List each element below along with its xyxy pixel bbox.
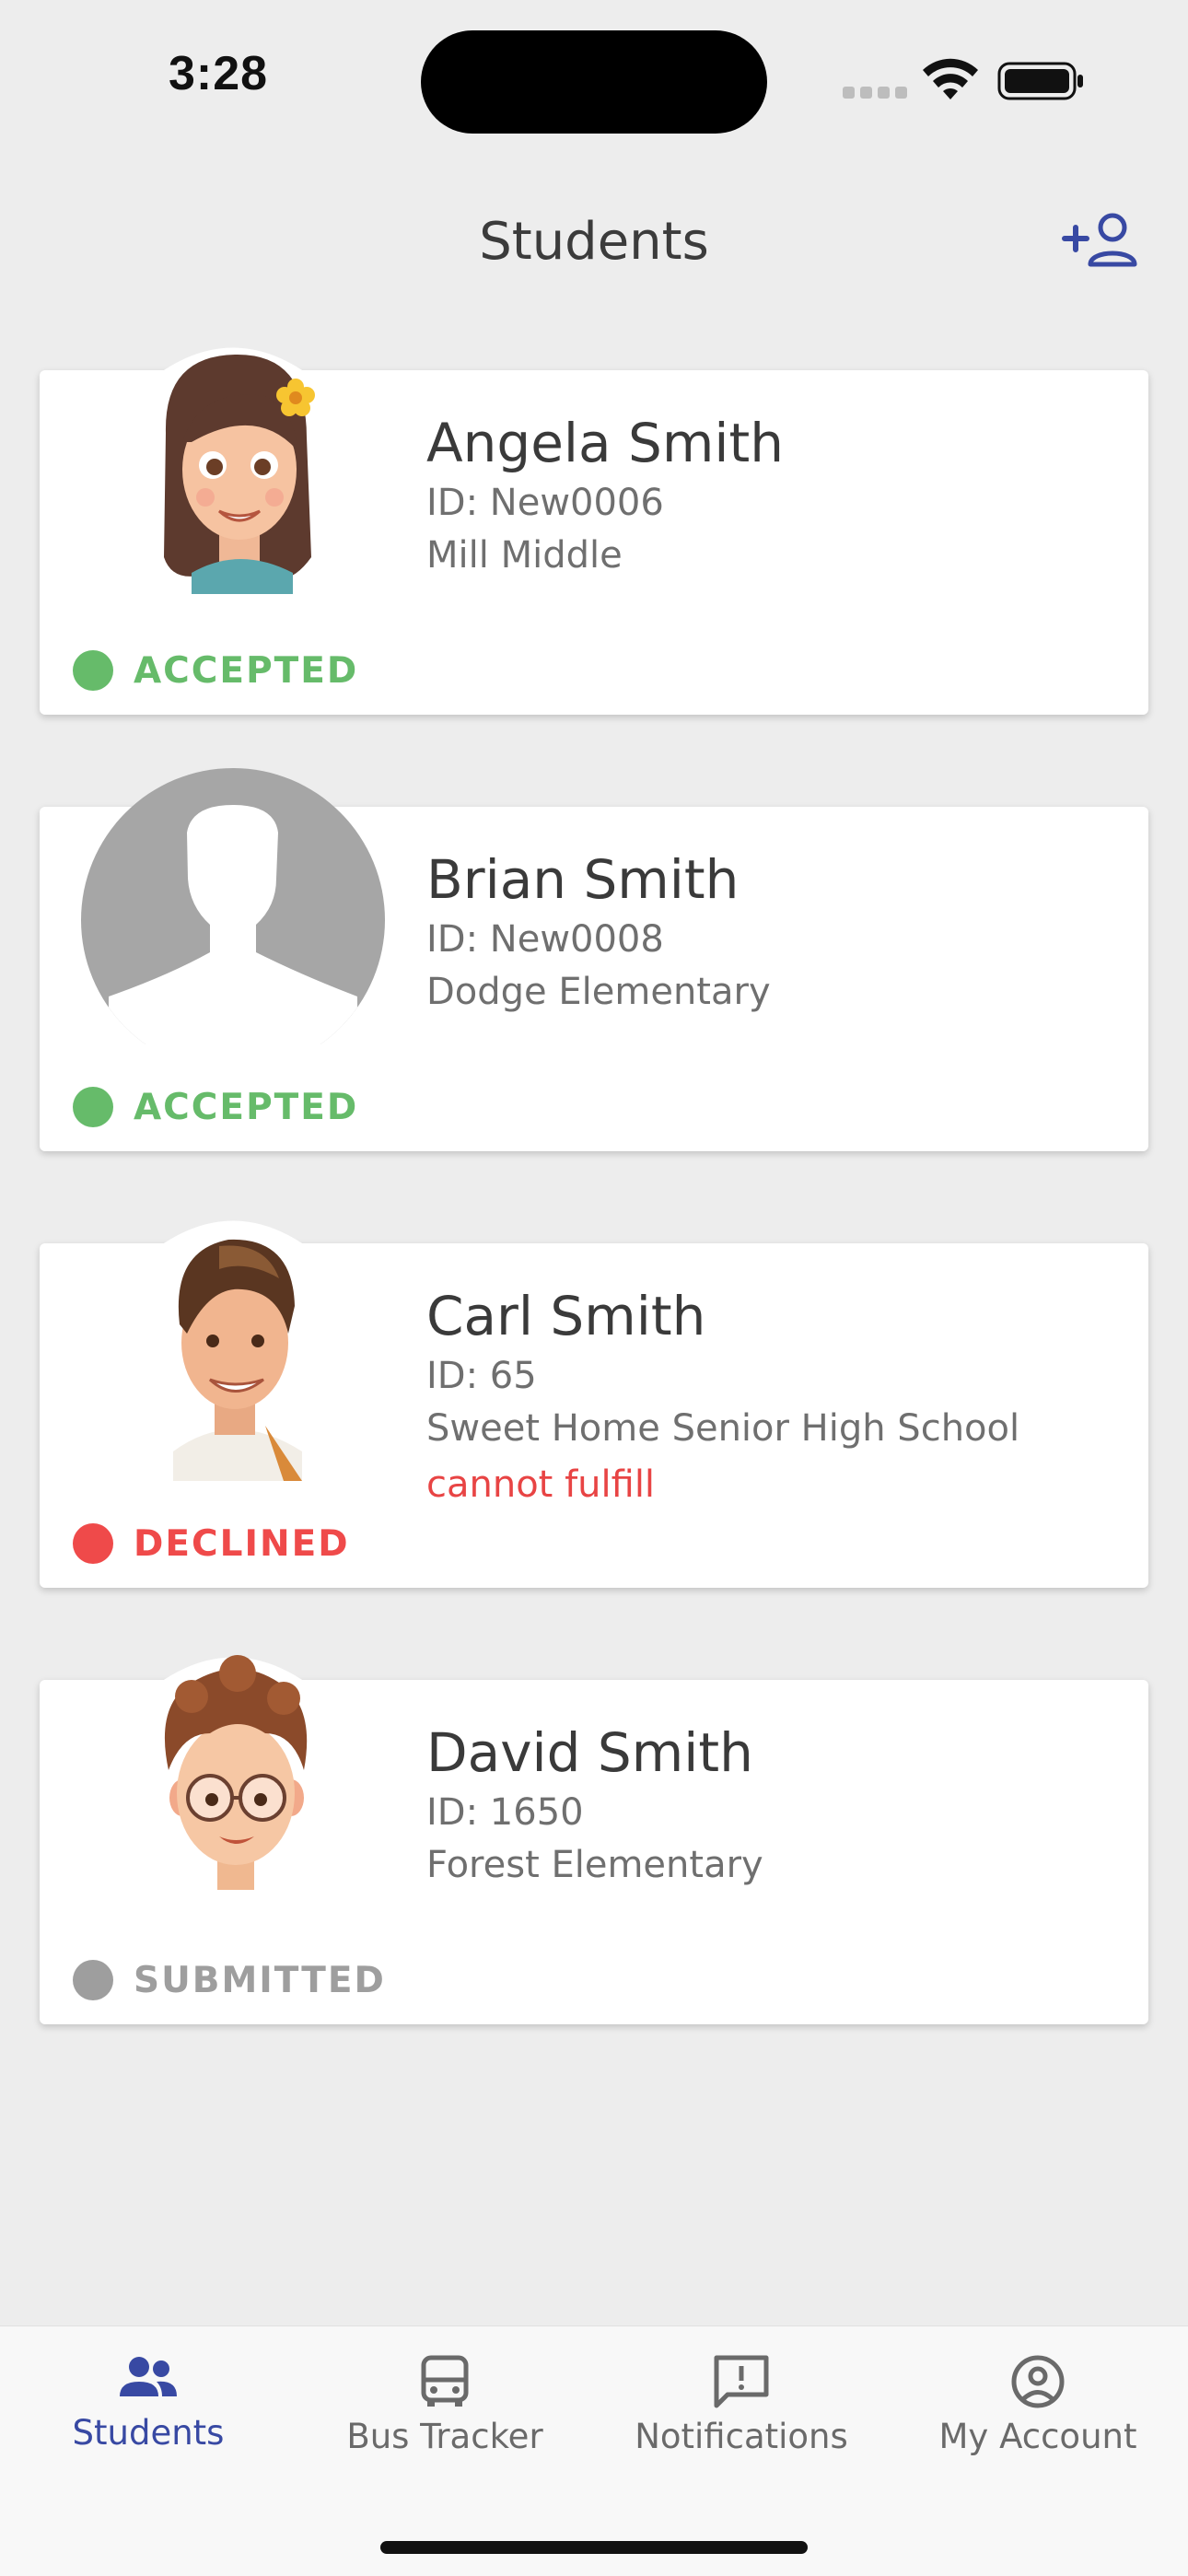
student-id: ID: 1650 [426,1791,584,1834]
wifi-icon [923,58,978,99]
student-note: cannot fulfill [426,1463,656,1506]
student-school: Sweet Home Senior High School [426,1407,1020,1450]
tab-bus-tracker[interactable]: Bus Tracker [297,2354,593,2492]
tab-students[interactable]: Students [0,2354,297,2492]
status-dot [73,1960,113,2000]
student-id: ID: New0008 [426,918,664,961]
status-dot [73,1087,113,1127]
home-indicator [380,2541,808,2554]
tab-my-account[interactable]: My Account [890,2354,1186,2492]
status-badge: SUBMITTED [73,1954,386,2006]
status-badge: ACCEPTED [73,645,358,696]
battery-icon [997,62,1083,100]
dynamic-island [421,30,767,134]
status-dot [73,1523,113,1564]
man-avatar [81,1205,385,1481]
status-time: 3:28 [169,47,269,100]
people-icon [120,2357,177,2396]
placeholder-avatar [81,768,385,1044]
status-dot [73,650,113,691]
cellular-signal-icon [843,81,907,99]
alert-message-icon [714,2355,769,2408]
student-info: Brian Smith ID: New0008 Dodge Elementary [426,847,771,1019]
student-card-carl[interactable]: Carl Smith ID: 65 Sweet Home Senior High… [40,1220,1148,1588]
status-bar: 3:28 [0,0,1188,157]
student-name: Brian Smith [426,848,740,911]
boy-glasses-avatar [81,1641,385,1917]
student-school: Mill Middle [426,534,623,577]
student-info: David Smith ID: 1650 Forest Elementary [426,1720,763,1892]
student-name: David Smith [426,1721,753,1784]
status-label: ACCEPTED [134,1086,359,1128]
student-card-angela[interactable]: Angela Smith ID: New0006 Mill Middle ACC… [40,347,1148,715]
add-person-icon [1062,213,1137,267]
student-school: Dodge Elementary [426,971,771,1013]
bottom-tab-bar: Students Bus Tracker Notifications My Ac… [0,2325,1188,2576]
tab-notifications[interactable]: Notifications [593,2354,890,2492]
tab-label: My Account [938,2417,1137,2456]
page-title: Students [479,212,709,272]
student-info: Carl Smith ID: 65 Sweet Home Senior High… [426,1284,1019,1514]
status-label: SUBMITTED [134,1959,386,2001]
app-header: Students [0,184,1188,299]
girl-avatar [81,332,385,608]
student-id: ID: 65 [426,1355,537,1397]
student-name: Angela Smith [426,412,784,474]
status-badge: ACCEPTED [73,1081,358,1133]
tab-label: Bus Tracker [346,2417,543,2456]
status-badge: DECLINED [73,1518,350,1569]
student-card-brian[interactable]: Brian Smith ID: New0008 Dodge Elementary… [40,768,1148,1151]
add-student-button[interactable] [1059,207,1142,272]
account-circle-icon [1011,2355,1065,2408]
student-info: Angela Smith ID: New0006 Mill Middle [426,411,784,582]
student-card-david[interactable]: David Smith ID: 1650 Forest Elementary S… [40,1655,1148,2024]
tab-label: Notifications [635,2417,848,2456]
status-label: DECLINED [134,1522,350,1565]
tab-label: Students [72,2413,225,2453]
student-school: Forest Elementary [426,1844,763,1886]
student-id: ID: New0006 [426,482,664,524]
student-name: Carl Smith [426,1285,706,1347]
bus-icon [421,2355,469,2407]
status-label: ACCEPTED [134,649,359,692]
